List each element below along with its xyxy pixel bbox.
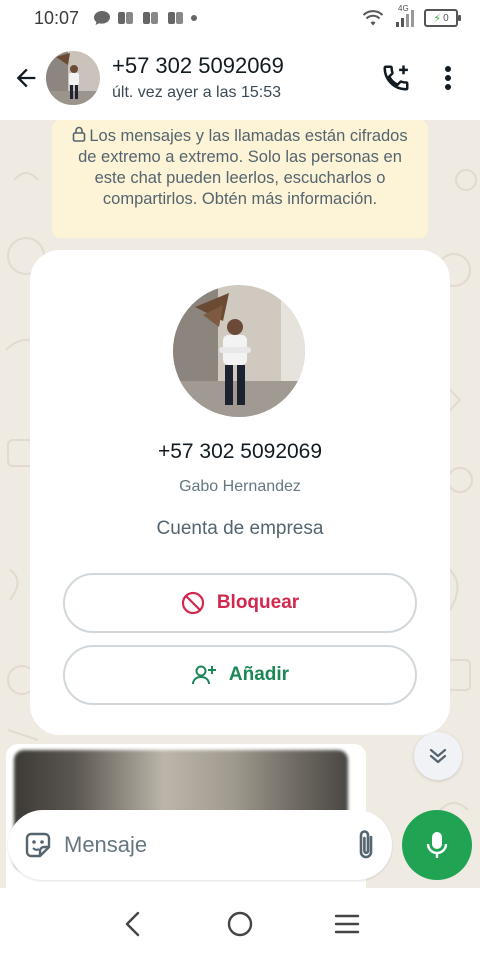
header-title-block[interactable]: +57 302 5092069 últ. vez ayer a las 15:5… xyxy=(112,52,370,104)
app-notification-icon xyxy=(118,12,134,24)
nav-home-icon xyxy=(227,911,253,937)
status-right: 4G ⚡ 0 xyxy=(362,4,461,28)
chat-notification-icon xyxy=(94,11,111,25)
contact-profile-card: +57 302 5092069 Gabo Hernandez Cuenta de… xyxy=(30,250,450,735)
status-bar: 10:07 4G ⚡ 0 xyxy=(0,0,480,36)
voice-message-button[interactable] xyxy=(402,810,472,880)
lock-icon xyxy=(73,126,86,142)
profile-avatar[interactable] xyxy=(173,285,305,417)
nav-back-icon xyxy=(126,911,140,937)
add-label: Añadir xyxy=(228,664,290,685)
avatar-photo xyxy=(46,51,100,105)
profile-phone: +57 302 5092069 xyxy=(157,440,323,463)
app-notification-icon xyxy=(143,12,159,24)
status-time: 10:07 xyxy=(34,7,80,28)
chevron-double-down-icon xyxy=(429,748,447,764)
message-input[interactable] xyxy=(64,825,352,865)
add-contact-button[interactable]: Añadir xyxy=(63,645,417,705)
contact-title: +57 302 5092069 xyxy=(112,53,284,78)
chat-area[interactable]: Los mensajes y las llamadas están cifrad… xyxy=(0,120,480,888)
more-vert-icon xyxy=(445,66,451,90)
block-button[interactable]: Bloquear xyxy=(63,573,417,633)
message-composer xyxy=(8,810,441,880)
mic-icon xyxy=(426,832,448,858)
attach-icon xyxy=(359,830,373,859)
wifi-icon xyxy=(362,10,384,26)
notification-icons xyxy=(93,9,198,27)
last-seen: últ. vez ayer a las 15:53 xyxy=(112,84,281,101)
add-contact-icon xyxy=(191,665,216,685)
block-icon xyxy=(181,591,204,615)
battery-level: 0 xyxy=(443,12,449,24)
battery-icon: ⚡ 0 xyxy=(424,9,461,27)
sticker-button[interactable] xyxy=(22,826,54,864)
system-nav-bar xyxy=(0,888,480,960)
nav-menu-button[interactable] xyxy=(317,894,377,954)
back-button[interactable] xyxy=(4,56,48,100)
chat-header: +57 302 5092069 últ. vez ayer a las 15:5… xyxy=(0,36,480,120)
more-notifications-dot-icon xyxy=(191,15,198,21)
block-label: Bloquear xyxy=(216,592,300,613)
encryption-notice[interactable]: Los mensajes y las llamadas están cifrad… xyxy=(52,120,428,238)
app-notification-icon xyxy=(168,12,184,24)
nav-back-button[interactable] xyxy=(103,894,163,954)
add-call-icon xyxy=(383,65,409,91)
more-options-button[interactable] xyxy=(422,52,474,104)
avatar-photo xyxy=(173,285,305,417)
signal-icon: 4G xyxy=(392,4,416,28)
contact-avatar[interactable] xyxy=(46,51,100,105)
back-arrow-icon xyxy=(16,68,36,88)
nav-menu-icon xyxy=(334,914,359,934)
sticker-icon xyxy=(25,832,51,858)
encryption-text: Los mensajes y las llamadas están cifrad… xyxy=(78,127,408,208)
profile-name: Gabo Hernandez xyxy=(179,478,301,495)
add-call-button[interactable] xyxy=(370,52,422,104)
attach-button[interactable] xyxy=(352,826,380,864)
account-type: Cuenta de empresa xyxy=(156,518,324,539)
nav-home-button[interactable] xyxy=(210,894,270,954)
scroll-to-bottom-button[interactable] xyxy=(414,732,462,780)
